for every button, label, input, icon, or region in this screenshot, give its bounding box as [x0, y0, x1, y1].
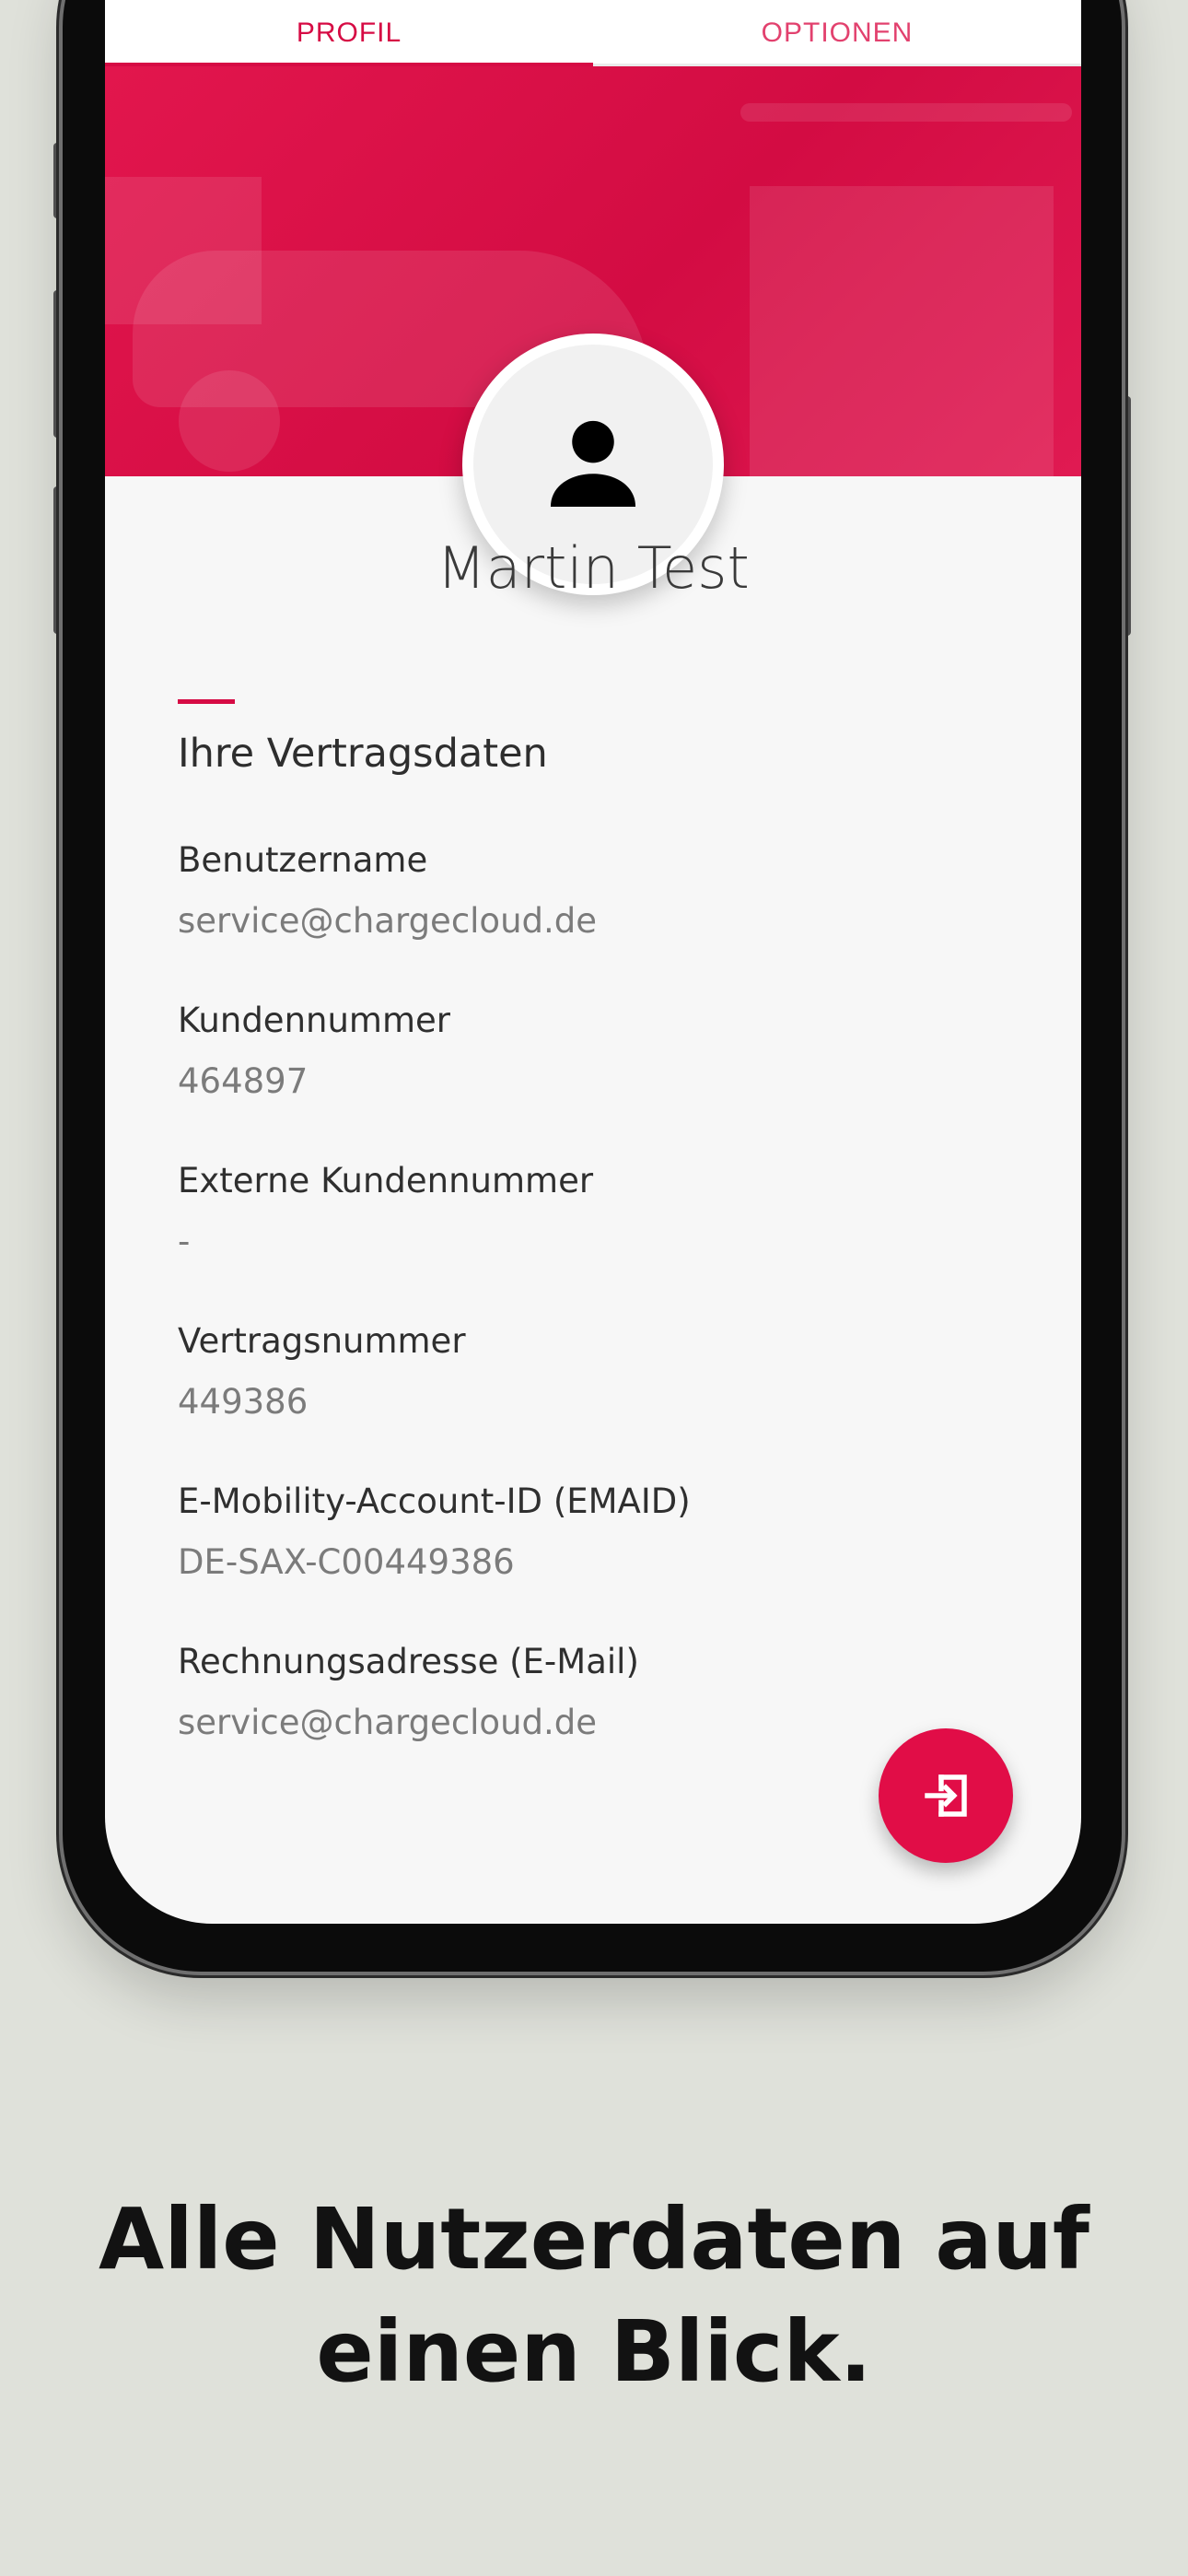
field-vertragsnummer: Vertragsnummer 449386 — [178, 1319, 466, 1424]
field-label: Rechnungsadresse (E-Mail) — [178, 1642, 639, 1681]
field-label: Vertragsnummer — [178, 1321, 466, 1361]
tab-bar: PROFIL OPTIONEN — [105, 0, 1081, 67]
marketing-caption: Alle Nutzerdaten auf einen Blick. — [99, 2190, 1089, 2401]
logout-icon — [925, 1774, 967, 1817]
section-title: Ihre Vertragsdaten — [178, 731, 548, 777]
field-emaid: E-Mobility-Account-ID (EMAID) DE-SAX-C00… — [178, 1480, 691, 1585]
banner-charger-shape — [750, 186, 1054, 476]
logout-button[interactable] — [879, 1728, 1013, 1863]
banner-building-shape — [105, 177, 262, 324]
field-externe-kundennummer: Externe Kundennummer - — [178, 1159, 593, 1264]
field-benutzername: Benutzername service@chargecloud.de — [178, 838, 597, 943]
field-rechnungsadresse: Rechnungsadresse (E-Mail) service@charge… — [178, 1640, 639, 1745]
section-accent-bar — [178, 699, 235, 704]
field-value: DE-SAX-C00449386 — [178, 1542, 515, 1582]
field-label: E-Mobility-Account-ID (EMAID) — [178, 1481, 691, 1521]
field-value: - — [178, 1222, 191, 1261]
field-label: Benutzername — [178, 840, 428, 880]
tab-optionen[interactable]: OPTIONEN — [593, 0, 1081, 66]
banner-wheel-shape — [179, 370, 280, 472]
field-value: service@chargecloud.de — [178, 901, 598, 941]
field-value: service@chargecloud.de — [178, 1703, 598, 1742]
phone-side-button — [53, 143, 61, 218]
banner-roof-shape — [740, 103, 1072, 122]
field-kundennummer: Kundennummer 464897 — [178, 999, 450, 1104]
profile-name: Martin Test — [437, 534, 750, 602]
person-icon — [550, 420, 636, 508]
phone-side-button — [53, 486, 61, 634]
phone-side-button — [1124, 396, 1131, 636]
tab-profil[interactable]: PROFIL — [105, 0, 593, 66]
field-value: 449386 — [178, 1382, 309, 1422]
phone-side-button — [53, 290, 61, 438]
field-label: Externe Kundennummer — [178, 1161, 594, 1200]
field-label: Kundennummer — [178, 1001, 450, 1040]
app-screen: PROFIL OPTIONEN Martin Test Ihre Vertrag… — [105, 0, 1081, 1924]
field-value: 464897 — [178, 1061, 309, 1101]
